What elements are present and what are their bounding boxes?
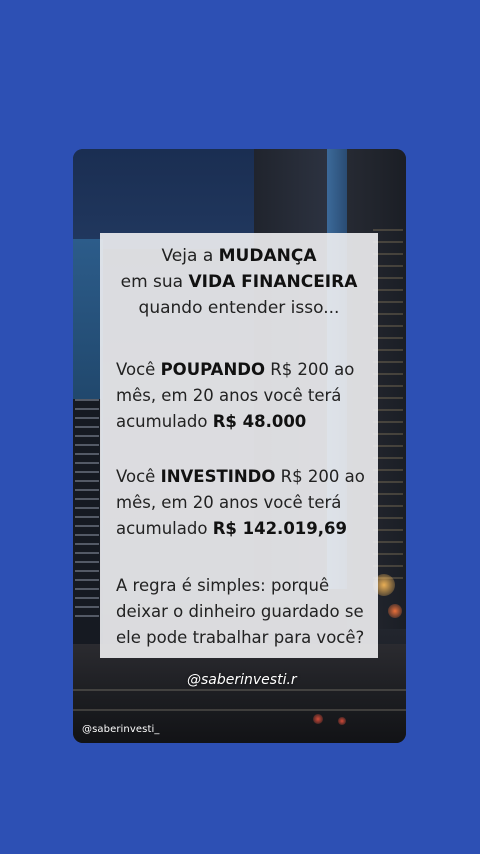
poupando-keyword: POUPANDO <box>160 360 265 379</box>
intro-line-2: em sua VIDA FINANCEIRA <box>100 269 378 295</box>
tail-light <box>338 717 346 725</box>
intro-highlight: VIDA FINANCEIRA <box>188 272 358 292</box>
investindo-keyword: INVESTINDO <box>160 467 276 486</box>
intro-highlight: MUDANÇA <box>218 246 317 266</box>
street-rail <box>73 689 406 691</box>
text-panel: Veja a MUDANÇA em sua VIDA FINANCEIRA qu… <box>100 233 378 658</box>
intro-text: Veja a <box>161 246 219 266</box>
author-handle[interactable]: @saberinvesti_ <box>82 724 159 735</box>
investindo-line-3: acumulado R$ 142.019,69 <box>116 516 371 542</box>
conclusion-line-3: ele pode trabalhar para você? <box>116 628 365 647</box>
poupando-line-2: mês, em 20 anos você terá <box>116 386 342 405</box>
investindo-line-2: mês, em 20 anos você terá <box>116 493 342 512</box>
conclusion-paragraph: A regra é simples: porquê deixar o dinhe… <box>116 573 371 651</box>
investindo-amount: R$ 142.019,69 <box>212 519 347 538</box>
intro-line-1: Veja a MUDANÇA <box>100 243 378 269</box>
conclusion-line-2: deixar o dinheiro guardado se <box>116 602 364 621</box>
poupando-paragraph: Você POUPANDO R$ 200 ao mês, em 20 anos … <box>116 357 371 435</box>
paragraph-text: acumulado <box>116 412 213 431</box>
poupando-line-3: acumulado R$ 48.000 <box>116 409 371 435</box>
poupando-line-1: Você POUPANDO R$ 200 ao <box>116 357 371 383</box>
paragraph-text: Você <box>116 467 161 486</box>
street-rail <box>73 709 406 711</box>
investindo-paragraph: Você INVESTINDO R$ 200 ao mês, em 20 ano… <box>116 464 371 542</box>
paragraph-text: R$ 200 ao <box>264 360 355 379</box>
tail-light <box>313 714 323 724</box>
intro-line-3: quando entender isso... <box>138 298 340 318</box>
paragraph-text: Você <box>116 360 161 379</box>
investindo-line-1: Você INVESTINDO R$ 200 ao <box>116 464 371 490</box>
intro-text: em sua <box>120 272 189 292</box>
poupando-amount: R$ 48.000 <box>212 412 307 431</box>
intro-heading: Veja a MUDANÇA em sua VIDA FINANCEIRA qu… <box>100 243 378 321</box>
watermark-handle: @saberinvesti.r <box>187 672 297 688</box>
paragraph-text: R$ 200 ao <box>275 467 365 486</box>
paragraph-text: acumulado <box>116 519 213 538</box>
conclusion-line-1: A regra é simples: porquê <box>116 576 330 595</box>
street-light <box>388 604 402 618</box>
building-windows <box>75 399 99 619</box>
